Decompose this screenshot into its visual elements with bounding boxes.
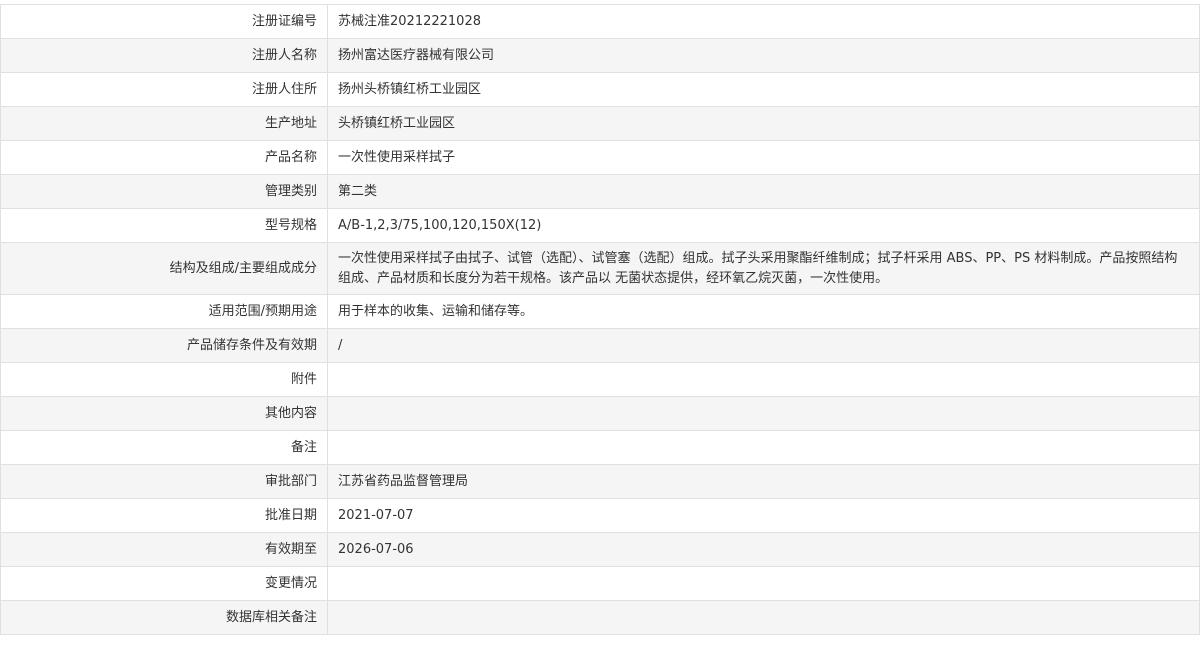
- field-label: 批准日期: [0, 498, 328, 533]
- table-row-remarks: 备注: [0, 430, 1200, 465]
- field-value: 苏械注准20212221028: [327, 4, 1200, 39]
- field-value: 江苏省药品监督管理局: [327, 464, 1200, 499]
- field-label: 附件: [0, 362, 328, 397]
- field-value: [327, 600, 1200, 635]
- registration-record-table: 注册证编号 苏械注准20212221028 注册人名称 扬州富达医疗器械有限公司…: [0, 4, 1200, 635]
- field-label: 其他内容: [0, 396, 328, 431]
- field-value: A/B-1,2,3/75,100,120,150X(12): [327, 208, 1200, 243]
- table-row-production-address: 生产地址 头桥镇红桥工业园区: [0, 106, 1200, 141]
- field-label: 产品名称: [0, 140, 328, 175]
- field-value: 第二类: [327, 174, 1200, 209]
- field-value: [327, 566, 1200, 601]
- field-value: 一次性使用采样拭子由拭子、试管（选配）、试管塞（选配）组成。拭子头采用聚酯纤维制…: [327, 242, 1200, 295]
- field-value: /: [327, 328, 1200, 363]
- field-value: 2021-07-07: [327, 498, 1200, 533]
- field-label: 有效期至: [0, 532, 328, 567]
- field-value: 用于样本的收集、运输和储存等。: [327, 294, 1200, 329]
- field-label: 适用范围/预期用途: [0, 294, 328, 329]
- table-row-storage-validity: 产品储存条件及有效期 /: [0, 328, 1200, 363]
- table-row-attachments: 附件: [0, 362, 1200, 397]
- field-label: 审批部门: [0, 464, 328, 499]
- table-row-registration-number: 注册证编号 苏械注准20212221028: [0, 4, 1200, 39]
- field-label: 生产地址: [0, 106, 328, 141]
- field-label: 注册人住所: [0, 72, 328, 107]
- field-value: 扬州头桥镇红桥工业园区: [327, 72, 1200, 107]
- field-value: 头桥镇红桥工业园区: [327, 106, 1200, 141]
- table-row-management-category: 管理类别 第二类: [0, 174, 1200, 209]
- table-row-approval-department: 审批部门 江苏省药品监督管理局: [0, 464, 1200, 499]
- field-value: [327, 430, 1200, 465]
- field-label: 注册证编号: [0, 4, 328, 39]
- field-label: 型号规格: [0, 208, 328, 243]
- table-row-registrant-name: 注册人名称 扬州富达医疗器械有限公司: [0, 38, 1200, 73]
- field-value: [327, 396, 1200, 431]
- table-row-intended-use: 适用范围/预期用途 用于样本的收集、运输和储存等。: [0, 294, 1200, 329]
- field-value: [327, 362, 1200, 397]
- field-label: 注册人名称: [0, 38, 328, 73]
- table-row-database-notes: 数据库相关备注: [0, 600, 1200, 635]
- table-row-valid-until: 有效期至 2026-07-06: [0, 532, 1200, 567]
- table-row-change-history: 变更情况: [0, 566, 1200, 601]
- table-row-other-content: 其他内容: [0, 396, 1200, 431]
- field-label: 数据库相关备注: [0, 600, 328, 635]
- field-label: 变更情况: [0, 566, 328, 601]
- field-label: 管理类别: [0, 174, 328, 209]
- field-value: 一次性使用采样拭子: [327, 140, 1200, 175]
- field-label: 结构及组成/主要组成成分: [0, 242, 328, 295]
- field-label: 产品储存条件及有效期: [0, 328, 328, 363]
- field-label: 备注: [0, 430, 328, 465]
- field-value: 2026-07-06: [327, 532, 1200, 567]
- table-row-model-specification: 型号规格 A/B-1,2,3/75,100,120,150X(12): [0, 208, 1200, 243]
- field-value: 扬州富达医疗器械有限公司: [327, 38, 1200, 73]
- table-row-registrant-address: 注册人住所 扬州头桥镇红桥工业园区: [0, 72, 1200, 107]
- table-row-structure-composition: 结构及组成/主要组成成分 一次性使用采样拭子由拭子、试管（选配）、试管塞（选配）…: [0, 242, 1200, 295]
- table-row-approval-date: 批准日期 2021-07-07: [0, 498, 1200, 533]
- table-row-product-name: 产品名称 一次性使用采样拭子: [0, 140, 1200, 175]
